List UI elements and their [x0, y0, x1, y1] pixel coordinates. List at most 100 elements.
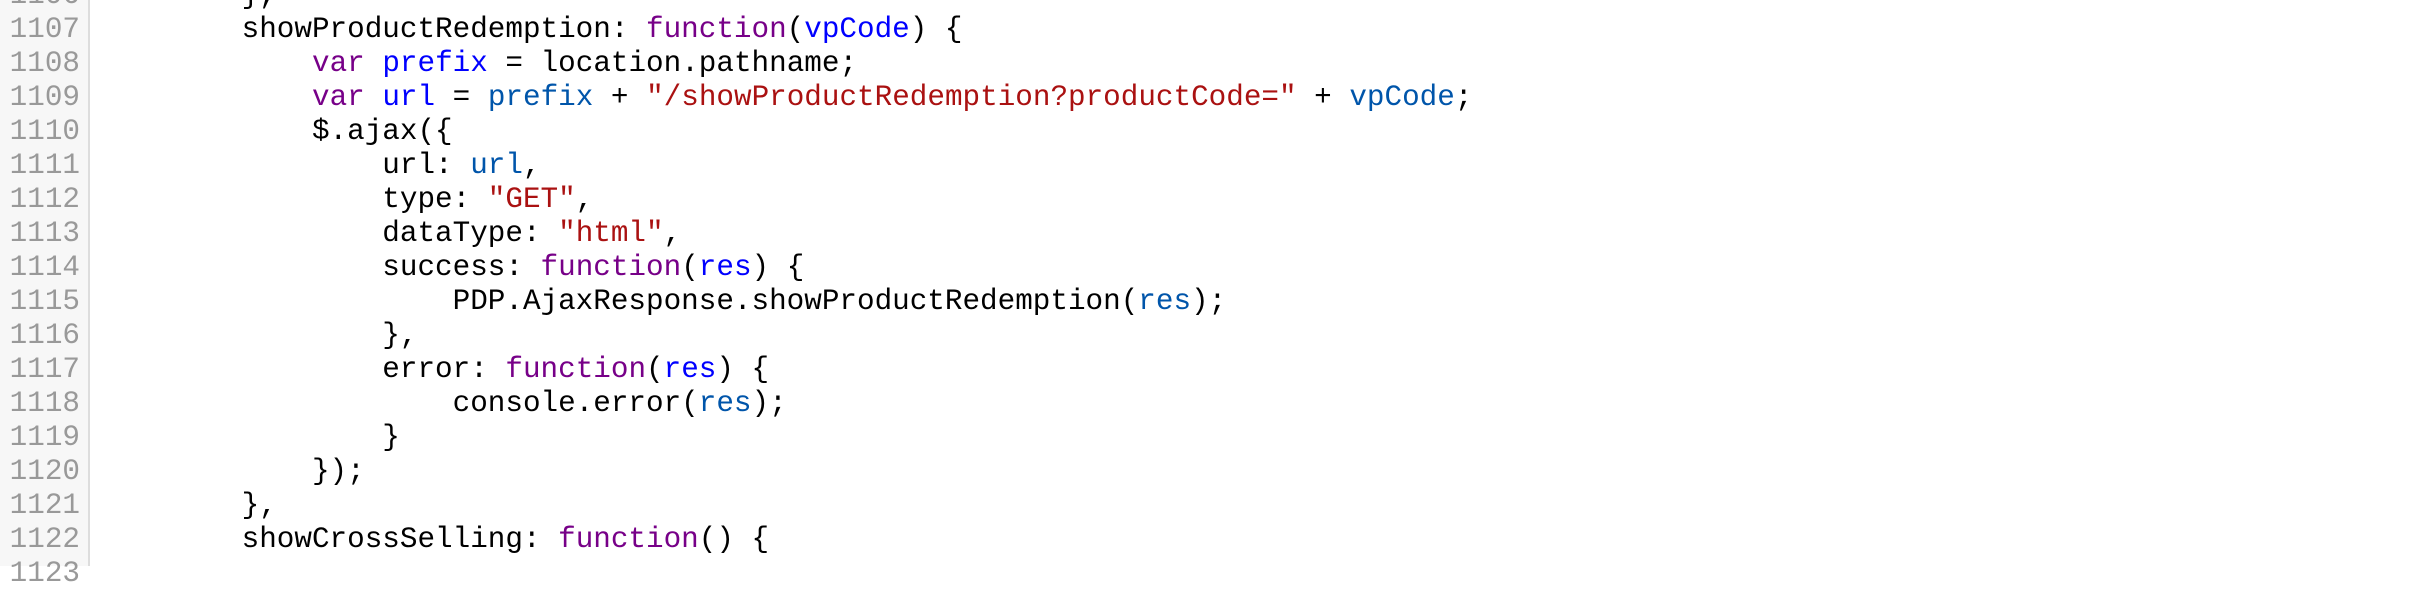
code-text: type: "GET",: [101, 183, 593, 217]
token-str: "html": [558, 217, 664, 250]
token-plain: showProductRedemption:: [101, 13, 647, 46]
token-kw: function: [646, 13, 787, 46]
code-text: showProductRedemption: function(vpCode) …: [101, 13, 963, 47]
token-plain: (: [786, 13, 805, 46]
line-number: 1108: [9, 47, 80, 80]
code-text: dataType: "html",: [101, 217, 681, 251]
code-line[interactable]: 1120 });: [0, 455, 2434, 489]
line-number: 1117: [9, 353, 80, 386]
code-text: var url = prefix + "/showProductRedempti…: [101, 81, 1472, 115]
code-line[interactable]: 1118 console.error(res);: [0, 387, 2434, 421]
token-kw: function: [540, 251, 682, 284]
token-plain: ;: [1454, 81, 1473, 114]
code-line[interactable]: 1109 var url = prefix + "/showProductRed…: [0, 81, 2434, 115]
token-plain: },: [101, 489, 277, 522]
line-number: 1106: [0, 0, 80, 13]
code-line[interactable]: 1121 },: [0, 489, 2434, 523]
code-text: console.error(res);: [101, 387, 787, 421]
line-number: 1111: [9, 149, 80, 182]
code-text: showCrossSelling: function() {: [101, 523, 769, 557]
code-line[interactable]: 1116 },: [0, 319, 2434, 353]
token-var2: url: [470, 149, 523, 182]
token-plain: error:: [101, 353, 506, 386]
code-text: $.ajax({: [101, 115, 453, 149]
code-line[interactable]: 1111 url: url,: [0, 149, 2434, 183]
code-text: success: function(res) {: [101, 251, 804, 285]
token-plain: },: [101, 0, 277, 12]
token-plain: =: [435, 81, 488, 114]
code-text: },: [101, 0, 277, 13]
token-plain: success:: [101, 251, 541, 284]
token-plain: (: [646, 353, 664, 386]
code-text: url: url,: [101, 149, 540, 183]
line-number: 1114: [9, 251, 80, 284]
token-plain: url:: [101, 149, 471, 182]
code-text: },: [101, 489, 277, 523]
line-number: 1121: [9, 489, 80, 522]
line-number: 1116: [9, 319, 80, 352]
token-plain: ) {: [751, 251, 805, 284]
token-plain: PDP.AjaxResponse.showProductRedemption(: [101, 285, 1139, 318]
token-plain: +: [593, 81, 647, 114]
code-line[interactable]: 1123: [0, 557, 2434, 591]
code-line[interactable]: 1108 var prefix = location.pathname;: [0, 47, 2434, 81]
token-var2: res: [1138, 285, 1192, 318]
token-plain: () {: [698, 523, 770, 556]
code-line[interactable]: 1106 },: [0, 0, 2434, 13]
token-kw: var: [311, 47, 365, 80]
line-number: 1122: [9, 523, 80, 556]
token-kw: function: [558, 523, 699, 556]
code-editor[interactable]: 1106 },1107 showProductRedemption: funct…: [0, 0, 2434, 591]
token-plain: = location.pathname;: [487, 47, 858, 80]
line-number: 1120: [9, 455, 80, 488]
token-plain: ,: [575, 183, 594, 216]
token-plain: },: [101, 319, 418, 352]
line-number: 1123: [9, 557, 80, 590]
token-plain: );: [1191, 285, 1227, 318]
token-plain: $.ajax({: [101, 115, 453, 148]
line-number: 1110: [9, 115, 80, 148]
token-kw: var: [311, 81, 365, 114]
code-line[interactable]: 1115 PDP.AjaxResponse.showProductRedempt…: [0, 285, 2434, 319]
code-text: PDP.AjaxResponse.showProductRedemption(r…: [101, 285, 1227, 319]
line-number: 1107: [9, 13, 80, 46]
code-line[interactable]: 1122 showCrossSelling: function() {: [0, 523, 2434, 557]
token-plain: dataType:: [101, 217, 559, 250]
token-def: res: [698, 251, 752, 284]
token-def: prefix: [382, 47, 488, 80]
token-def: res: [663, 353, 717, 386]
token-plain: );: [751, 387, 787, 420]
token-str: "GET": [487, 183, 576, 216]
code-text: }: [101, 421, 400, 455]
code-line[interactable]: 1119 }: [0, 421, 2434, 455]
token-plain: ) {: [716, 353, 770, 386]
line-number: 1119: [9, 421, 80, 454]
token-def: vpCode: [804, 13, 910, 46]
code-line[interactable]: 1112 type: "GET",: [0, 183, 2434, 217]
code-line[interactable]: 1113 dataType: "html",: [0, 217, 2434, 251]
token-plain: ,: [663, 217, 682, 250]
token-plain: }: [101, 421, 400, 454]
token-kw: function: [505, 353, 647, 386]
code-line[interactable]: 1110 $.ajax({: [0, 115, 2434, 149]
token-var2: res: [698, 387, 752, 420]
code-text: var prefix = location.pathname;: [101, 47, 857, 81]
token-str: "/showProductRedemption?productCode=": [646, 81, 1297, 114]
line-number: 1109: [9, 81, 80, 114]
line-number: 1113: [9, 217, 80, 250]
code-line[interactable]: 1107 showProductRedemption: function(vpC…: [0, 13, 2434, 47]
line-number: 1112: [9, 183, 80, 216]
code-text: },: [101, 319, 417, 353]
token-var2: prefix: [487, 81, 594, 114]
token-var2: vpCode: [1349, 81, 1455, 114]
token-plain: });: [101, 455, 365, 488]
code-text: });: [101, 455, 365, 489]
token-plain: ) {: [909, 13, 963, 46]
code-line[interactable]: 1114 success: function(res) {: [0, 251, 2434, 285]
token-def: url: [382, 81, 436, 114]
code-line[interactable]: 1117 error: function(res) {: [0, 353, 2434, 387]
